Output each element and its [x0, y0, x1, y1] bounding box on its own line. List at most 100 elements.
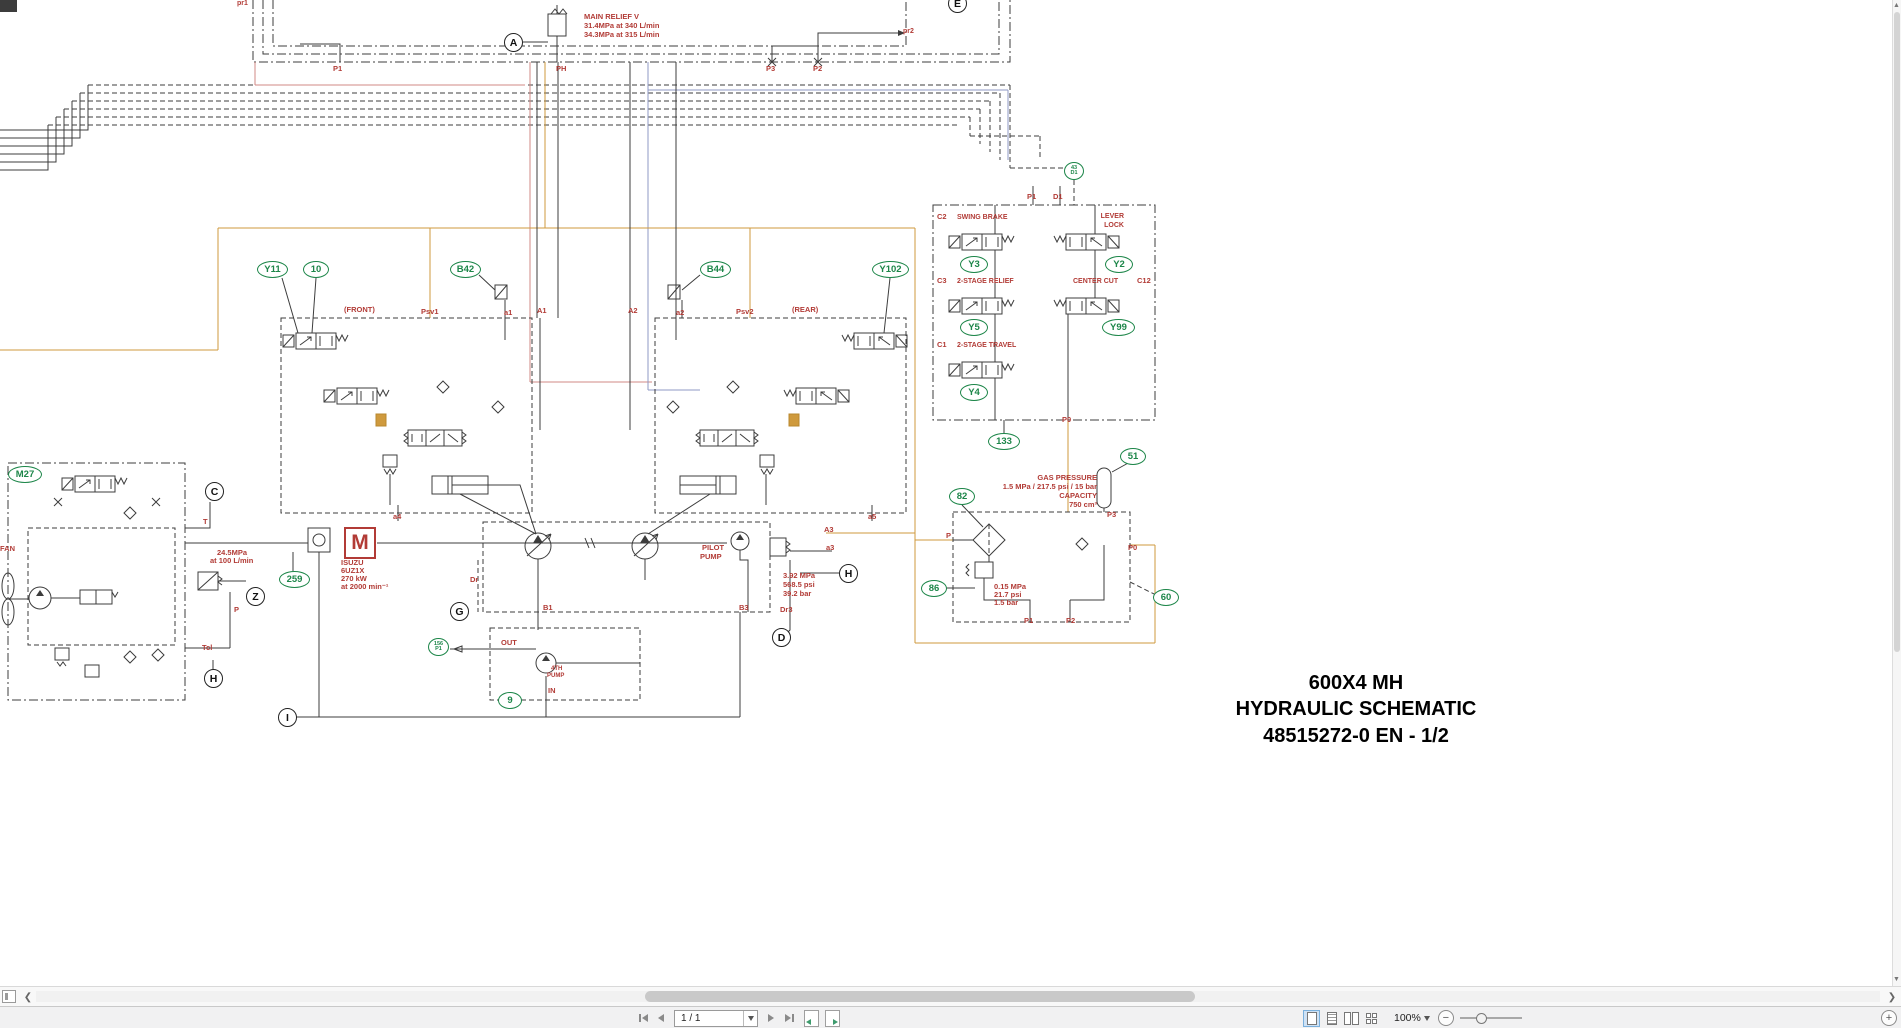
- page-dropdown-icon[interactable]: [743, 1011, 757, 1026]
- diagram-label: SWING BRAKE: [957, 214, 1008, 221]
- engine-symbol: M: [344, 527, 376, 559]
- diagram-label: LOCK: [1104, 222, 1124, 229]
- component-badge-Y102: Y102: [872, 261, 909, 278]
- zoom-slider[interactable]: [1460, 1011, 1522, 1025]
- zoom-level-dropdown[interactable]: 100%: [1394, 1012, 1430, 1024]
- component-badge-51: 51: [1120, 448, 1146, 465]
- scroll-up-icon[interactable]: ▲: [1893, 1, 1900, 11]
- diagram-label: P2: [1066, 617, 1075, 625]
- page-number-value[interactable]: 1 / 1: [675, 1013, 743, 1024]
- diagram-label: P1: [1024, 617, 1033, 625]
- diagram-label: B1: [543, 604, 553, 612]
- facing-pages-icon: [1344, 1012, 1359, 1025]
- title-line-3: 48515272-0 EN - 1/2: [1212, 723, 1500, 749]
- title-block: 600X4 MH HYDRAULIC SCHEMATIC 48515272-0 …: [1212, 670, 1500, 749]
- scroll-right-icon[interactable]: ❯: [1884, 989, 1900, 1005]
- component-badge-Y3: Y3: [960, 256, 988, 273]
- diagram-label: A2: [628, 307, 638, 315]
- zoom-out-button[interactable]: −: [1438, 1010, 1454, 1026]
- diagram-label: P2: [813, 65, 822, 73]
- component-badge-9: 9: [498, 692, 522, 709]
- component-badge-B42: B42: [450, 261, 481, 278]
- previous-view-button[interactable]: [804, 1010, 819, 1027]
- diagram-label: C1: [937, 341, 947, 349]
- vertical-scroll-thumb[interactable]: [1894, 12, 1900, 652]
- diagram-label: 1.5 MPa / 217.5 psi / 15 bar: [1003, 483, 1097, 491]
- single-page-view-button[interactable]: [1303, 1010, 1320, 1027]
- diagram-label: (REAR): [792, 306, 818, 314]
- diagram-label: FAN: [0, 545, 15, 553]
- diagram-label: a2: [676, 309, 684, 317]
- component-badge-M27: M27: [8, 466, 42, 483]
- component-badge-43: 43D1: [1064, 162, 1084, 180]
- continuous-page-icon: [1327, 1012, 1337, 1025]
- zoom-slider-track: [1460, 1017, 1522, 1019]
- diagram-label: PUMP: [700, 553, 722, 561]
- diagram-label: a5: [868, 513, 876, 521]
- next-page-button[interactable]: [762, 1009, 780, 1027]
- diagram-label: LEVER: [1101, 213, 1124, 220]
- scroll-left-icon[interactable]: ❮: [20, 989, 36, 1005]
- diagram-label: PH: [556, 65, 566, 73]
- circuit-point-badge-H: H: [839, 564, 858, 583]
- previous-view-arrow-icon: [806, 1019, 811, 1025]
- diagram-label: 568.5 psi: [783, 581, 815, 589]
- diagram-label: GAS PRESSURE: [1037, 474, 1097, 482]
- component-badge-Y5: Y5: [960, 319, 988, 336]
- diagram-label: C12: [1137, 277, 1151, 285]
- diagram-label: a3: [826, 544, 834, 552]
- component-badge-Y4: Y4: [960, 384, 988, 401]
- diagram-label: 39.2 bar: [783, 590, 811, 598]
- circuit-point-badge-C: C: [205, 482, 224, 501]
- diagram-label: 3.92 MPa: [783, 572, 815, 580]
- diagram-label: P3: [766, 65, 775, 73]
- title-line-2: HYDRAULIC SCHEMATIC: [1212, 696, 1500, 722]
- diagram-label: pr2: [903, 28, 914, 35]
- diagram-label: a1: [504, 309, 512, 317]
- diagram-label: P3: [1107, 511, 1116, 519]
- diagram-label: CENTER CUT: [1073, 278, 1118, 285]
- component-badge-Y11: Y11: [257, 261, 288, 278]
- zoom-in-button[interactable]: +: [1881, 1010, 1897, 1026]
- last-page-button[interactable]: [780, 1009, 798, 1027]
- diagram-label: D1: [1053, 193, 1063, 201]
- continuous-facing-view-button[interactable]: [1363, 1010, 1380, 1027]
- diagram-label: Psv1: [421, 308, 439, 316]
- horizontal-scroll-track[interactable]: [36, 991, 1880, 1002]
- horizontal-scrollbar-row: ❮ ❯: [0, 986, 1901, 1006]
- diagram-label: PILOT: [702, 544, 724, 552]
- diagram-label: Dr: [470, 576, 478, 584]
- document-canvas: MAIN RELIEF V31.4MPa at 340 L/min34.3MPa…: [0, 0, 1901, 986]
- diagram-label: at 2000 min⁻¹: [341, 583, 388, 591]
- component-badge-86: 86: [921, 580, 947, 597]
- diagram-label: C3: [937, 277, 947, 285]
- page-corner-icon[interactable]: [2, 990, 16, 1003]
- scroll-down-icon[interactable]: ▼: [1893, 975, 1900, 985]
- continuous-view-button[interactable]: [1323, 1010, 1340, 1027]
- diagram-label: A3: [824, 526, 834, 534]
- zoom-dropdown-icon: [1424, 1016, 1430, 1021]
- page-number-field[interactable]: 1 / 1: [674, 1010, 758, 1027]
- diagram-label: CAPACITY: [1059, 492, 1097, 500]
- diagram-label: IN: [548, 687, 556, 695]
- first-page-button[interactable]: [634, 1009, 652, 1027]
- component-badge-156: 156P1: [428, 638, 449, 656]
- diagram-label: PUMP: [547, 673, 564, 679]
- component-badge-Y2: Y2: [1105, 256, 1133, 273]
- circuit-point-badge-I: I: [278, 708, 297, 727]
- previous-page-button[interactable]: [652, 1009, 670, 1027]
- circuit-point-badge-A: A: [504, 33, 523, 52]
- next-view-button[interactable]: [825, 1010, 840, 1027]
- vertical-scrollbar[interactable]: ▲ ▼: [1892, 0, 1901, 986]
- facing-view-button[interactable]: [1343, 1010, 1360, 1027]
- diagram-label: (FRONT): [344, 306, 375, 314]
- diagram-label: P1: [333, 65, 342, 73]
- zoom-slider-knob[interactable]: [1476, 1013, 1487, 1024]
- next-view-arrow-icon: [833, 1019, 838, 1025]
- diagram-label: 34.3MPa at 315 L/min: [584, 31, 659, 39]
- diagram-label: at 100 L/min: [210, 557, 253, 565]
- zoom-level-value[interactable]: 100%: [1394, 1012, 1421, 1024]
- diagram-label: 31.4MPa at 340 L/min: [584, 22, 659, 30]
- component-badge-60: 60: [1153, 589, 1179, 606]
- horizontal-scroll-thumb[interactable]: [645, 991, 1195, 1002]
